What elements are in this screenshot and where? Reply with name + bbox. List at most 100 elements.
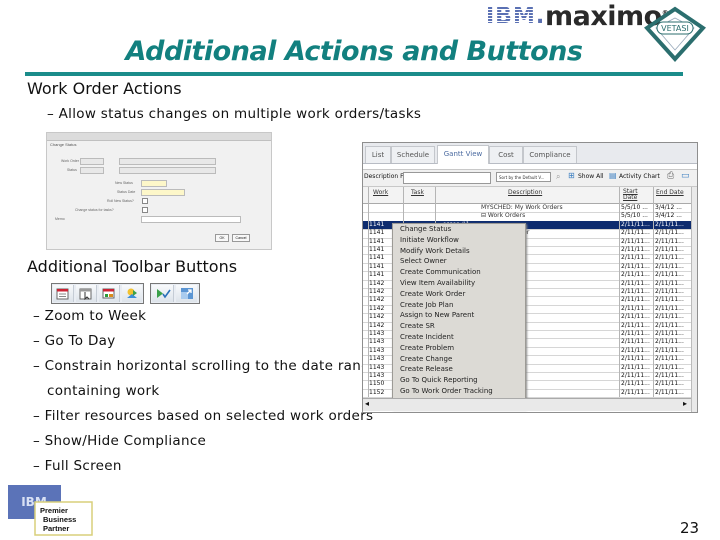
context-menu-item[interactable]: Create Job Plan <box>393 300 525 311</box>
tab-cost[interactable]: Cost <box>489 146 523 163</box>
partner-line2: Business <box>43 515 76 524</box>
context-menu-item[interactable]: Create SR <box>393 321 525 332</box>
cell-end-date: 2/11/11... <box>655 271 684 279</box>
cell-end-date: 2/11/11... <box>655 313 684 321</box>
cell-end-date: 2/11/11... <box>655 304 684 312</box>
col-divider <box>619 187 620 397</box>
context-menu-item[interactable]: Create Incident <box>393 332 525 343</box>
col-header-end[interactable]: End Date <box>656 189 684 196</box>
scroll-left-arrow[interactable]: ◂ <box>365 399 369 408</box>
partner-line3: Partner <box>43 524 69 533</box>
scroll-right-arrow[interactable]: ▸ <box>683 399 687 408</box>
bullet-status-changes: – Allow status changes on multiple work … <box>47 106 422 122</box>
context-menu-item[interactable]: Go To Work Order Tracking <box>393 386 525 397</box>
bullet-show-hide-compliance: – Show/Hide Compliance <box>33 433 207 449</box>
col-header-work[interactable]: Work <box>373 189 388 196</box>
full-screen-button[interactable] <box>176 285 197 302</box>
col-header-task[interactable]: Task <box>411 189 424 196</box>
context-menu-item[interactable]: View Item Availability <box>393 278 525 289</box>
sort-select[interactable]: Sort by the Default V... <box>496 172 551 182</box>
go-to-day-icon <box>79 288 92 300</box>
dialog-description-field <box>119 158 216 165</box>
col-divider <box>368 187 369 397</box>
ibm-logo-text: IBM <box>486 4 536 29</box>
context-menu-item[interactable]: Go To Quick Reporting <box>393 375 525 386</box>
cell-start-date: 5/5/10 ... <box>621 204 648 211</box>
toolbar-group-1 <box>51 283 144 304</box>
maximize-icon[interactable]: ▭ <box>681 171 690 181</box>
gantt-toolbar: Description Filter Sort by the Default V… <box>363 169 697 187</box>
cell-end-date: 3/4/12 ... <box>655 204 682 211</box>
cell-end-date: 3/4/12 ... <box>655 212 682 220</box>
cell-end-date: 2/11/11... <box>655 346 684 354</box>
zoom-to-week-button[interactable] <box>53 285 74 302</box>
cell-start-date: 2/11/11... <box>621 355 650 363</box>
cell-end-date: 2/11/11... <box>655 279 684 287</box>
cell-end-date: 2/11/11... <box>655 288 684 295</box>
dialog-ok-button[interactable]: OK <box>215 234 229 242</box>
cell-start-date: 2/11/11... <box>621 372 650 379</box>
print-icon[interactable]: ⎙ <box>667 171 674 181</box>
cell-start-date: 2/11/11... <box>621 330 650 337</box>
activity-chart-icon: ▤ <box>609 171 617 180</box>
cell-end-date: 2/11/11... <box>655 355 684 363</box>
context-menu-item[interactable]: Create Release <box>393 364 525 375</box>
cell-start-date: 2/11/11... <box>621 271 650 279</box>
show-hide-compliance-button[interactable] <box>152 285 174 302</box>
activity-chart-button[interactable]: Activity Chart <box>619 173 660 180</box>
go-to-day-button[interactable] <box>76 285 97 302</box>
context-menu-item[interactable]: Create Change <box>393 354 525 365</box>
bullet-filter-resources: – Filter resources based on selected wor… <box>33 408 374 424</box>
tab-gantt-view[interactable]: Gantt View <box>437 145 489 164</box>
context-menu-item[interactable]: Select Owner <box>393 256 525 267</box>
dialog-memo-input[interactable] <box>141 216 241 223</box>
context-menu-item[interactable]: Create Work Order <box>393 289 525 300</box>
bullet-full-screen: – Full Screen <box>33 458 122 474</box>
vetasi-logo-text: VETASI <box>661 24 689 33</box>
dialog-change-tasks-checkbox[interactable] <box>142 207 148 213</box>
full-screen-icon <box>180 288 193 299</box>
cell-start-date: 2/11/11... <box>621 388 650 396</box>
constrain-scrolling-button[interactable] <box>99 285 120 302</box>
dialog-work-order-field <box>80 158 104 165</box>
cell-start-date: 2/11/11... <box>621 346 650 354</box>
toolbar-group-2 <box>150 283 200 304</box>
cell-end-date: 2/11/11... <box>655 338 684 346</box>
dialog-cancel-button[interactable]: Cancel <box>232 234 250 242</box>
description-filter-input[interactable] <box>403 172 491 184</box>
dialog-status-date-input[interactable] <box>141 189 185 196</box>
change-status-dialog-thumbnail: Change Status Work Order Status New Stat… <box>46 132 272 250</box>
cell-start-date: 2/11/11... <box>621 229 650 237</box>
tab-list[interactable]: List <box>365 146 391 163</box>
col-header-description[interactable]: Description <box>508 189 542 196</box>
show-all-button[interactable]: Show All <box>578 173 604 180</box>
filter-resources-icon <box>127 288 137 298</box>
dialog-new-status-input[interactable] <box>141 180 167 187</box>
context-menu-item[interactable]: Initiate Workflow <box>393 235 525 246</box>
cell-start-date: 2/11/11... <box>621 237 650 245</box>
cell-end-date: 2/11/11... <box>655 237 684 245</box>
cell-start-date: 2/11/11... <box>621 246 650 253</box>
bullet-constrain-scrolling-cont: containing work <box>47 383 160 399</box>
context-menu-item[interactable]: Modify Work Details <box>393 246 525 257</box>
tab-schedule[interactable]: Schedule <box>391 146 435 163</box>
context-menu-item[interactable]: Create Communication <box>393 267 525 278</box>
partner-line1: Premier <box>40 506 68 515</box>
cell-start-date: 2/11/11... <box>621 288 650 295</box>
dialog-roll-status-checkbox[interactable] <box>142 198 148 204</box>
context-menu-item[interactable]: Change Status <box>393 224 525 235</box>
filter-resources-button[interactable] <box>122 285 142 302</box>
constrain-scrolling-icon <box>102 288 115 299</box>
horizontal-scrollbar[interactable]: ◂ ▸ <box>363 398 691 411</box>
show-all-icon: ⊞ <box>568 171 575 180</box>
cell-start-date: 2/11/11... <box>621 296 650 304</box>
cell-end-date: 2/11/11... <box>655 363 684 371</box>
col-divider <box>653 187 654 397</box>
vertical-scrollbar[interactable] <box>691 187 697 412</box>
context-menu-item[interactable]: Assign to New Parent <box>393 310 525 321</box>
col-header-start[interactable]: Start Date <box>623 189 653 201</box>
context-menu-item[interactable]: Create Problem <box>393 343 525 354</box>
tab-compliance[interactable]: Compliance <box>523 146 577 163</box>
cell-end-date: 2/11/11... <box>655 296 684 304</box>
search-icon[interactable]: ⌕ <box>556 172 560 182</box>
